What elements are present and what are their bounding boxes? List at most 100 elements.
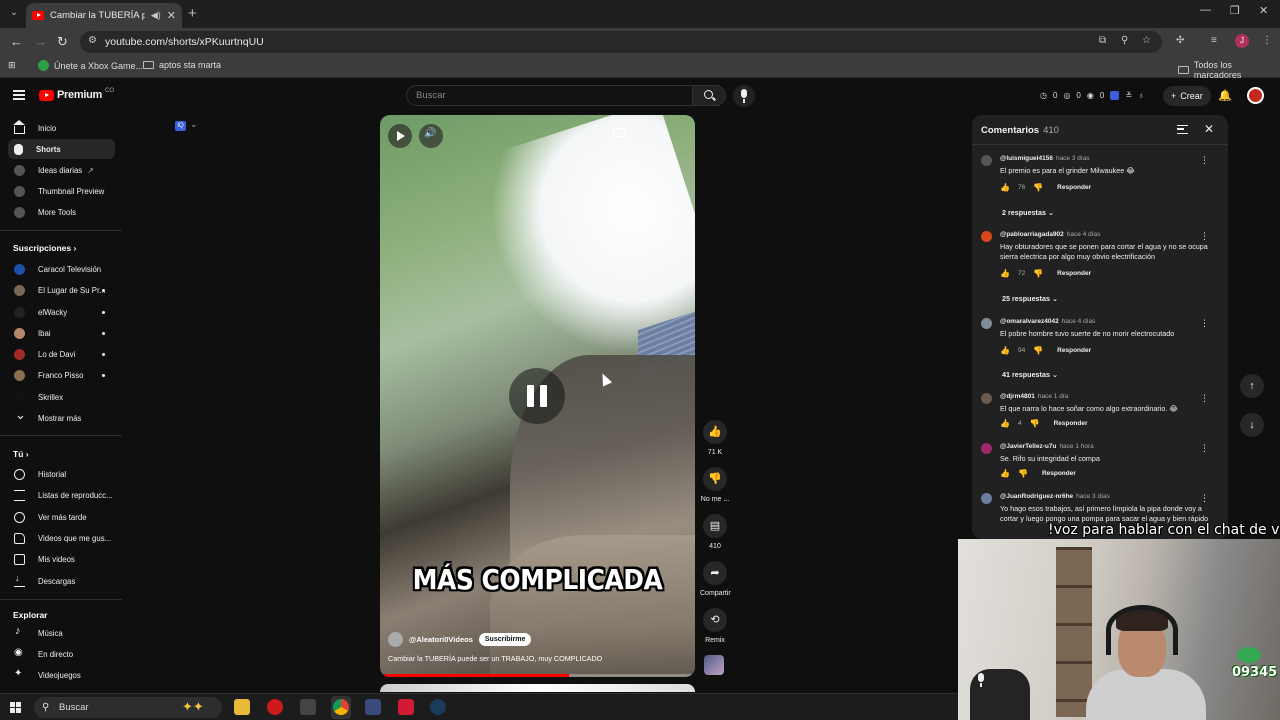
sidebar-item-shorts[interactable]: Shorts [8, 139, 115, 159]
close-icon[interactable]: ✕ [1204, 122, 1214, 136]
sidebar-item-more-tools[interactable]: More Tools [8, 202, 115, 222]
sidebar-item-music[interactable]: Música [8, 623, 115, 643]
audio-thumbnail[interactable] [704, 655, 724, 675]
bookmark-star-icon[interactable]: ☆ [1142, 35, 1151, 46]
share-button[interactable]: ➦ Compartir [700, 561, 731, 597]
equalizer-icon[interactable]: ≚ [1125, 91, 1132, 100]
sidebar-item-liked[interactable]: Videos que me gus... [8, 528, 115, 548]
browser-menu-icon[interactable]: ⋮ [1262, 35, 1272, 46]
comments-button[interactable]: ▤ 410 [700, 514, 730, 550]
install-app-icon[interactable]: ⧉ [1099, 35, 1106, 46]
search-button[interactable] [692, 85, 726, 106]
search-input[interactable] [416, 90, 696, 101]
sidebar-sub-2[interactable]: elWacky [8, 302, 115, 322]
sidebar-item-downloads[interactable]: Descargas [8, 571, 115, 591]
browser-tab[interactable]: Cambiar la TUBERÍA puede ◀) ✕ [26, 3, 182, 28]
comment-username[interactable]: @pabloarriagada902 [1000, 231, 1064, 238]
steam-icon[interactable] [430, 699, 446, 715]
sidebar-item-watch-later[interactable]: Ver más tarde [8, 507, 115, 527]
comment-more-icon[interactable]: ⋮ [1200, 493, 1209, 504]
new-tab-button[interactable]: + [188, 5, 197, 22]
all-bookmarks[interactable]: Todos los marcadores [1178, 60, 1280, 80]
thumbs-down-icon[interactable]: 👎 [1030, 419, 1040, 428]
comment-username[interactable]: @luismiguel4156 [1000, 155, 1053, 162]
youtube-logo[interactable]: Premium CO [39, 88, 114, 101]
subscribe-button[interactable]: Suscribirme [478, 633, 532, 646]
media-controls-icon[interactable]: ≡ [1211, 35, 1217, 46]
voice-search-icon[interactable] [733, 85, 755, 107]
shorts-video-player[interactable]: ⋮ ⤡ MÁS COMPLICADA @Aleatori0Videos Susc… [380, 115, 695, 677]
create-button[interactable]: + Crear [1163, 86, 1211, 106]
commenter-avatar[interactable] [981, 443, 992, 454]
sidebar-item-live[interactable]: En directo [8, 644, 115, 664]
dislike-button[interactable]: 👎 No me ... [700, 467, 730, 503]
browser-profile-avatar[interactable]: J [1235, 34, 1249, 48]
captions-icon[interactable] [613, 128, 625, 137]
pause-icon[interactable] [509, 368, 565, 424]
restore-icon[interactable]: ❐ [1230, 4, 1240, 17]
chevron-down-icon[interactable]: ⌄ [190, 119, 198, 130]
fullscreen-icon[interactable]: ⤡ [661, 127, 669, 138]
show-more-button[interactable]: Mostrar más [8, 407, 115, 428]
sidebar-sub-6[interactable]: Skrillex [8, 387, 115, 407]
back-icon[interactable]: ← [10, 34, 23, 49]
volume-icon[interactable] [419, 124, 443, 148]
file-explorer-icon[interactable] [234, 699, 250, 715]
forward-icon[interactable]: → [34, 34, 47, 49]
menu-icon[interactable] [13, 90, 25, 100]
play-icon[interactable] [388, 124, 412, 148]
commenter-avatar[interactable] [981, 493, 992, 504]
taskbar-search[interactable]: ⚲ Buscar ✦✦ [34, 697, 222, 718]
video-progress-bar[interactable] [380, 674, 695, 677]
sidebar-item-thumbnail-preview[interactable]: Thumbnail Preview [8, 181, 115, 201]
comment-username[interactable]: @JavierTellez-u7u [1000, 443, 1056, 450]
window-close-icon[interactable]: ✕ [1259, 4, 1268, 17]
next-short-preview[interactable] [380, 684, 695, 692]
sidebar-sub-5[interactable]: Franco Pisso [8, 365, 115, 385]
commenter-avatar[interactable] [981, 155, 992, 166]
reply-button[interactable]: Responder [1057, 347, 1091, 354]
streaming-app-icon[interactable] [398, 699, 414, 715]
thumbs-down-icon[interactable]: 👎 [1018, 469, 1028, 478]
thumbs-up-icon[interactable]: 👍 [1000, 469, 1010, 478]
subscriptions-heading[interactable]: Suscripciones › [13, 243, 76, 253]
sidebar-item-playlists[interactable]: Listas de reproducc... [8, 485, 115, 505]
more-options-icon[interactable]: ⋮ [638, 127, 648, 138]
commenter-avatar[interactable] [981, 393, 992, 404]
sort-icon[interactable] [1177, 125, 1188, 134]
comment-username[interactable]: @JuanRodriguez-nr6he [1000, 493, 1073, 500]
tab-audio-icon[interactable]: ◀) [151, 10, 161, 21]
sidebar-sub-1[interactable]: El Lugar de Su Pr... [8, 280, 115, 300]
channel-name[interactable]: @Aleatori0Videos [409, 635, 473, 644]
url-field[interactable]: ⚙ youtube.com/shorts/xPKuurtnqUU [80, 31, 1162, 53]
comment-more-icon[interactable]: ⋮ [1200, 231, 1209, 242]
windows-start-icon[interactable] [10, 702, 21, 713]
next-short-button[interactable]: ↓ [1240, 413, 1264, 437]
reload-icon[interactable]: ↻ [57, 34, 68, 50]
sidebar-item-gaming[interactable]: Videojuegos [8, 665, 115, 685]
calculator-icon[interactable] [365, 699, 381, 715]
commenter-avatar[interactable] [981, 318, 992, 329]
thumbs-down-icon[interactable]: 👎 [1033, 346, 1043, 355]
thumbs-up-icon[interactable]: 👍 [1000, 346, 1010, 355]
sidebar-item-inicio[interactable]: Inicio [8, 118, 115, 138]
bookmark-xbox[interactable]: Únete a Xbox Game... [38, 60, 143, 71]
sidebar-sub-0[interactable]: Caracol Televisión [8, 259, 115, 279]
comment-more-icon[interactable]: ⋮ [1200, 155, 1209, 166]
bookmark-folder[interactable]: aptos sta marta [143, 60, 221, 70]
extension-icon[interactable] [1110, 91, 1120, 100]
minimize-icon[interactable]: — [1200, 4, 1211, 16]
reply-button[interactable]: Responder [1057, 270, 1091, 277]
opera-icon[interactable] [267, 699, 283, 715]
sidebar-sub-4[interactable]: Lo de Davi [8, 344, 115, 364]
comment-username[interactable]: @djrm4801 [1000, 393, 1035, 400]
thumbs-up-icon[interactable]: 👍 [1000, 183, 1010, 192]
thumbs-up-icon[interactable]: 👍 [1000, 269, 1010, 278]
sidebar-sub-3[interactable]: Ibai [8, 323, 115, 343]
tab-search-icon[interactable]: ⌄ [6, 5, 22, 21]
chrome-icon[interactable] [333, 699, 349, 715]
zoom-icon[interactable]: ⚲ [1121, 35, 1128, 46]
replies-toggle[interactable]: 25 respuestas ⌄ [1002, 294, 1058, 303]
site-info-icon[interactable]: ⚙ [88, 35, 97, 46]
you-heading[interactable]: Tú › [13, 449, 29, 459]
